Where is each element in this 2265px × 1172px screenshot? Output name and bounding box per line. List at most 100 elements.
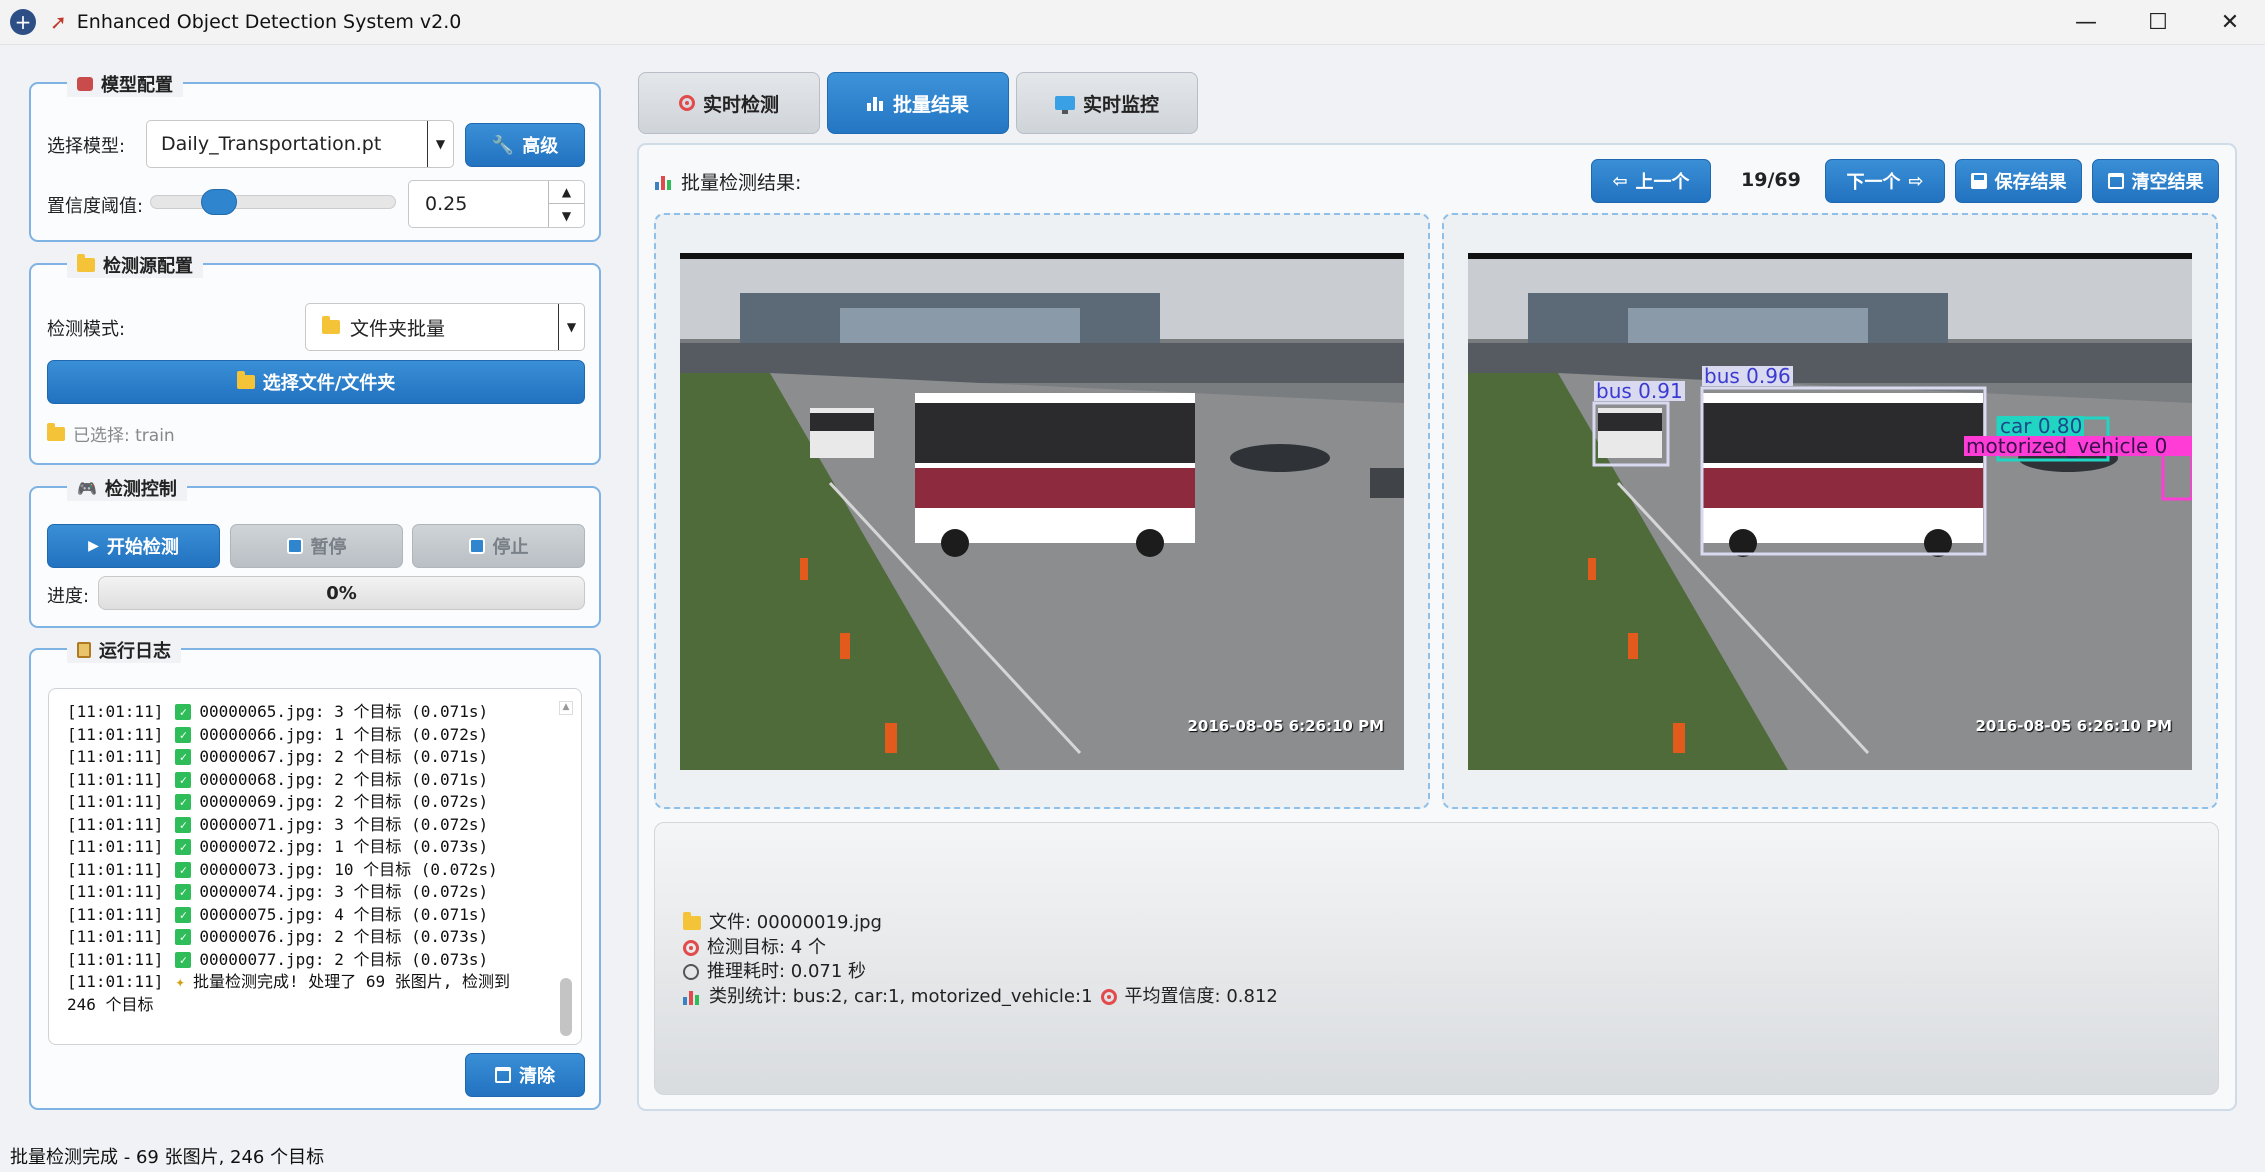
check-icon: ✓ — [175, 951, 192, 968]
model-config-group: 模型配置 选择模型: Daily_Transportation.pt ▼ 🔧 高… — [29, 71, 601, 242]
log-text: 00000074.jpg: 3 个目标 (0.072s) — [199, 882, 489, 901]
log-line: [11:01:11] ✓ 00000069.jpg: 2 个目标 (0.072s) — [67, 791, 567, 814]
selected-path-text: 已选择: train — [73, 426, 175, 446]
clear-log-button[interactable]: 清除 — [465, 1053, 585, 1097]
monitor-icon — [1054, 96, 1075, 114]
control-title-wrap: 🎮 检测控制 — [67, 475, 187, 501]
scroll-up-icon[interactable]: ▲ — [559, 701, 573, 715]
info-targets: 检测目标: 4 个 — [683, 936, 1278, 961]
folder-icon — [47, 422, 65, 441]
stop-button-label: 停止 — [492, 537, 529, 558]
tab-realtime-detection[interactable]: 实时检测 — [638, 72, 820, 134]
detection-label: bus 0.96 — [1702, 364, 1793, 388]
log-line: [11:01:11] ✓ 00000077.jpg: 2 个目标 (0.073s) — [67, 949, 567, 972]
window-title: Enhanced Object Detection System v2.0 — [76, 11, 462, 33]
scroll-thumb[interactable] — [560, 978, 572, 1036]
info-time-text: 推理耗时: 0.071 秒 — [707, 961, 867, 982]
trash-icon — [2107, 173, 2124, 189]
log-title-wrap: 运行日志 — [67, 637, 181, 663]
clear-log-label: 清除 — [519, 1066, 555, 1087]
app-icon: + — [10, 9, 36, 35]
trash-icon — [495, 1067, 511, 1083]
log-time: [11:01:11] — [67, 882, 164, 901]
log-time: [11:01:11] — [67, 769, 164, 789]
confidence-slider-track[interactable] — [150, 195, 396, 209]
log-scrollbar[interactable]: ▲ — [559, 701, 573, 1036]
log-line: [11:01:11] ✓ 00000067.jpg: 2 个目标 (0.071s) — [67, 746, 567, 769]
detection-label: motorized_vehicle 0 — [1966, 434, 2168, 458]
log-text: 00000073.jpg: 10 个目标 (0.072s) — [199, 859, 498, 879]
pause-button-label: 暂停 — [310, 537, 347, 558]
source-config-title: 检测源配置 — [103, 256, 193, 277]
check-icon: ✓ — [175, 794, 192, 811]
log-text: 批量检测完成! 处理了 69 张图片, 检测到 — [192, 972, 511, 991]
log-text: 00000066.jpg: 1 个目标 (0.072s) — [199, 724, 489, 744]
next-button[interactable]: 下一个 ⇨ — [1825, 159, 1945, 203]
spin-down-icon[interactable]: ▼ — [549, 204, 584, 227]
log-group: 运行日志 [11:01:11] ✓ 00000065.jpg: 3 个目标 (0.0… — [29, 637, 601, 1110]
rocket-icon: ➚ — [50, 10, 67, 34]
log-time: [11:01:11] — [67, 859, 164, 879]
start-button-label: 开始检测 — [106, 537, 179, 558]
check-icon: ✓ — [175, 929, 192, 946]
original-scene — [680, 253, 1404, 770]
start-button[interactable]: ▶ 开始检测 — [47, 524, 220, 568]
log-time: [11:01:11] — [67, 949, 164, 969]
info-file: 文件: 00000019.jpg — [683, 911, 1278, 936]
stop-button[interactable]: 停止 — [412, 524, 585, 568]
progress-value: 0% — [326, 582, 357, 604]
log-time: [11:01:11] — [67, 972, 164, 991]
spin-up-icon[interactable]: ▲ — [549, 181, 584, 204]
status-bar: 批量检测完成 - 69 张图片, 246 个目标 — [10, 1147, 325, 1168]
log-line-final: [11:01:11] ✦ 批量检测完成! 处理了 69 张图片, 检测到 — [67, 971, 567, 994]
log-time: [11:01:11] — [67, 904, 164, 924]
mode-label: 检测模式: — [47, 319, 126, 340]
confidence-value: 0.25 — [425, 193, 468, 215]
log-output[interactable]: [11:01:11] ✓ 00000065.jpg: 3 个目标 (0.071s) [… — [48, 688, 582, 1045]
pause-icon — [286, 538, 303, 554]
tab-batch-results[interactable]: 批量结果 — [827, 72, 1009, 134]
mode-select-value: 文件夹批量 — [350, 317, 446, 340]
result-info-panel: 文件: 00000019.jpg 检测目标: 4 个 推理耗时: 0.071 秒… — [654, 822, 2219, 1095]
log-text: 00000069.jpg: 2 个目标 (0.072s) — [199, 792, 489, 811]
select-file-button-label: 选择文件/文件夹 — [262, 373, 396, 394]
maximize-button[interactable]: ☐ — [2124, 0, 2192, 45]
log-title: 运行日志 — [99, 641, 171, 662]
log-text: 00000067.jpg: 2 个目标 (0.071s) — [199, 747, 489, 766]
log-text: 00000072.jpg: 1 个目标 (0.073s) — [199, 837, 489, 856]
close-button[interactable]: ✕ — [2196, 0, 2264, 45]
save-results-button[interactable]: 保存结果 — [1955, 159, 2082, 203]
arrow-right-icon: ⇨ — [1908, 170, 1924, 192]
confidence-spinbox[interactable]: 0.25 ▲ ▼ — [408, 180, 585, 228]
confidence-slider-handle[interactable] — [201, 189, 237, 215]
next-button-label: 下一个 — [1846, 172, 1901, 193]
info-avg-conf: 平均置信度: 0.812 — [1124, 985, 1278, 1007]
select-file-button[interactable]: 选择文件/文件夹 — [47, 360, 585, 404]
original-timestamp: 2016-08-05 6:26:10 PM — [1187, 717, 1385, 735]
detection-label: car 0.80 — [1998, 414, 2085, 438]
stopwatch-icon — [683, 964, 699, 981]
log-time: [11:01:11] — [67, 837, 164, 856]
log-line-final-cont: 246 个目标 — [67, 994, 567, 1017]
wrench-icon: 🔧 — [491, 134, 515, 156]
mode-select[interactable]: 文件夹批量 ▼ — [305, 303, 585, 351]
advanced-button[interactable]: 🔧 高级 — [465, 123, 585, 167]
play-icon: ▶ — [88, 538, 99, 554]
pause-button[interactable]: 暂停 — [230, 524, 403, 568]
tab-realtime-monitor[interactable]: 实时监控 — [1016, 72, 1198, 134]
info-file-text: 文件: 00000019.jpg — [709, 912, 882, 933]
log-time: [11:01:11] — [67, 724, 164, 744]
log-line: [11:01:11] ✓ 00000073.jpg: 10 个目标 (0.072s) — [67, 859, 567, 882]
check-icon: ✓ — [175, 839, 192, 856]
clear-results-button[interactable]: 清空结果 — [2092, 159, 2219, 203]
tab-label: 实时监控 — [1082, 93, 1159, 116]
log-text: 00000065.jpg: 3 个目标 (0.071s) — [199, 702, 489, 721]
model-select[interactable]: Daily_Transportation.pt ▼ — [146, 120, 454, 168]
log-line: [11:01:11] ✓ 00000075.jpg: 4 个目标 (0.071s) — [67, 904, 567, 927]
minimize-button[interactable]: — — [2052, 0, 2120, 45]
prev-button[interactable]: ⇦ 上一个 — [1591, 159, 1711, 203]
log-line: [11:01:11] ✓ 00000076.jpg: 2 个目标 (0.073s) — [67, 926, 567, 949]
clear-results-label: 清空结果 — [2131, 172, 2204, 193]
confidence-label: 置信度阈值: — [47, 196, 144, 217]
chart-icon — [655, 174, 673, 190]
